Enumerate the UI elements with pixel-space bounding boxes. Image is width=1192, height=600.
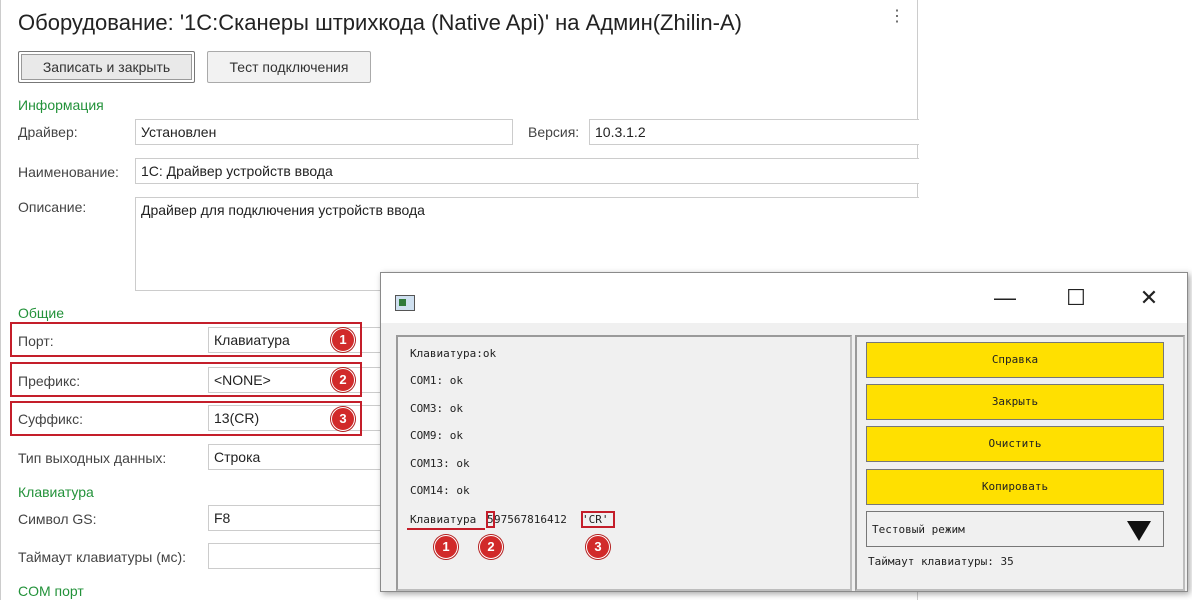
minimize-icon[interactable]: —: [982, 285, 1028, 311]
annotation-box-suffix-char: [581, 511, 615, 528]
app-icon: [395, 295, 415, 311]
keyboard-timeout-field[interactable]: [208, 543, 380, 569]
mode-select-value: Тестовый режим: [872, 523, 965, 536]
section-com-port: COM порт: [18, 583, 84, 599]
description-label: Описание:: [18, 199, 87, 215]
scan-barcode-text: 97567816412: [494, 513, 567, 526]
driver-field[interactable]: Установлен: [135, 119, 513, 145]
annotation-badge-3: 3: [586, 535, 610, 559]
help-button[interactable]: Справка: [866, 342, 1164, 378]
maximize-icon[interactable]: ☐: [1053, 285, 1099, 311]
annotation-badge-2: 2: [331, 368, 355, 392]
close-button[interactable]: Закрыть: [866, 384, 1164, 420]
annotation-box-prefix-char: [486, 511, 495, 528]
form-title: Оборудование: '1С:Сканеры штрихкода (Nat…: [18, 10, 742, 35]
scanner-test-window: — ☐ ✕ Клавиатура:ok COM1: ok COM3: ok CO…: [380, 272, 1188, 592]
clear-button[interactable]: Очистить: [866, 426, 1164, 462]
log-line: COM13: ok: [410, 457, 470, 470]
keyboard-timeout-text: Таймаут клавиатуры: 35: [868, 555, 1014, 568]
annotation-box-port: [10, 322, 362, 357]
copy-button[interactable]: Копировать: [866, 469, 1164, 505]
controls-panel: Справка Закрыть Очистить Копировать Тест…: [855, 335, 1185, 591]
name-label: Наименование:: [18, 164, 119, 180]
driver-label: Драйвер:: [18, 124, 78, 140]
version-label: Версия:: [528, 124, 580, 140]
annotation-underline-port: [407, 528, 485, 530]
section-info: Информация: [18, 97, 104, 113]
chevron-down-icon[interactable]: [1127, 521, 1151, 541]
mode-select[interactable]: Тестовый режим: [866, 511, 1164, 547]
scan-port-text: Клавиатура: [410, 513, 477, 526]
save-close-button[interactable]: Записать и закрыть: [18, 51, 195, 83]
window-titlebar: — ☐ ✕: [381, 273, 1187, 323]
version-field[interactable]: 10.3.1.2: [589, 119, 919, 145]
kebab-menu-icon[interactable]: ⋮: [889, 9, 905, 34]
log-line: COM3: ok: [410, 402, 463, 415]
gs-symbol-label: Символ GS:: [18, 511, 97, 527]
section-keyboard: Клавиатура: [18, 484, 94, 500]
output-type-label: Тип выходных данных:: [18, 450, 167, 466]
log-panel: Клавиатура:ok COM1: ok COM3: ok COM9: ok…: [396, 335, 852, 591]
gs-symbol-field[interactable]: F8: [208, 505, 380, 531]
annotation-box-suffix: [10, 401, 362, 436]
keyboard-timeout-label: Таймаут клавиатуры (мс):: [18, 549, 187, 565]
name-field[interactable]: 1С: Драйвер устройств ввода: [135, 158, 919, 184]
annotation-badge-3: 3: [331, 407, 355, 431]
log-line: COM14: ok: [410, 484, 470, 497]
annotation-box-prefix: [10, 362, 362, 397]
log-line: COM1: ok: [410, 374, 463, 387]
output-type-field[interactable]: Строка: [208, 444, 380, 470]
annotation-badge-2: 2: [479, 535, 503, 559]
test-connection-button[interactable]: Тест подключения: [207, 51, 371, 83]
log-line: COM9: ok: [410, 429, 463, 442]
log-line: Клавиатура:ok: [410, 347, 497, 360]
section-general: Общие: [18, 305, 65, 321]
annotation-badge-1: 1: [434, 535, 458, 559]
annotation-badge-1: 1: [331, 328, 355, 352]
close-icon[interactable]: ✕: [1126, 285, 1172, 311]
